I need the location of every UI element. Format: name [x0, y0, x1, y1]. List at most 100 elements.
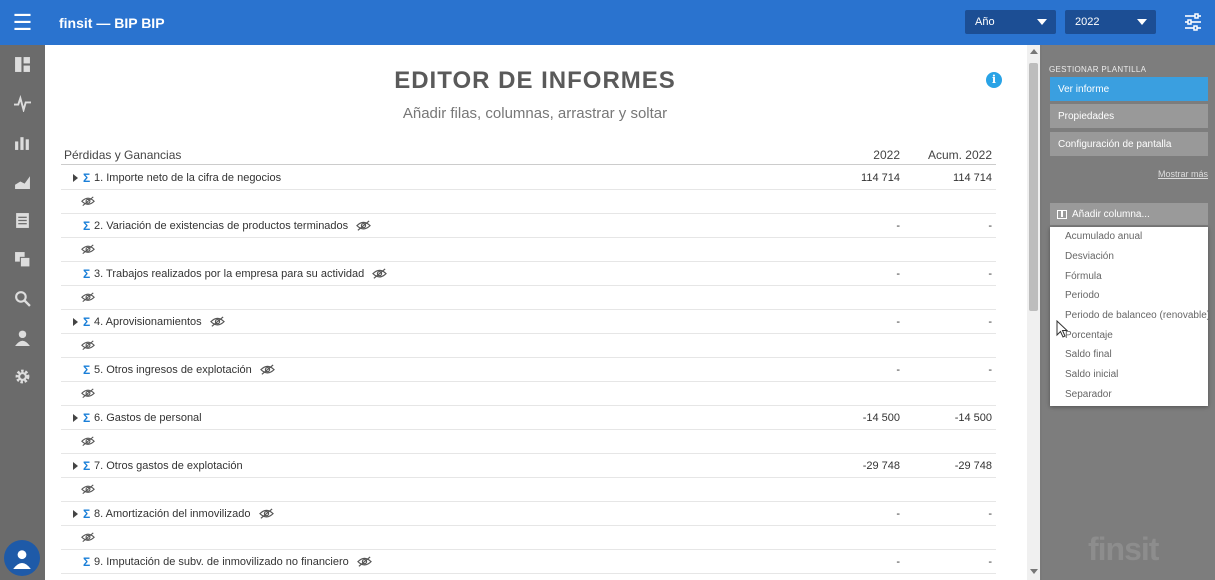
eye-off-icon[interactable] — [259, 364, 275, 376]
sigma-icon: Σ — [83, 459, 91, 473]
column-header-2022: 2022 — [873, 148, 900, 162]
menu-item[interactable]: Desviación — [1050, 247, 1208, 267]
menu-item[interactable]: Saldo inicial — [1050, 365, 1208, 385]
sidebar-item-settings[interactable] — [0, 357, 45, 396]
eye-off-icon[interactable] — [209, 316, 225, 328]
row-value-acum: - — [988, 364, 992, 376]
table-row[interactable]: Σ 3. Trabajos realizados por la empresa p… — [61, 262, 996, 286]
screen-config-button[interactable]: Configuración de pantalla — [1050, 132, 1208, 156]
sidebar-item-dashboard[interactable] — [0, 45, 45, 84]
sidebar-item-users[interactable] — [0, 318, 45, 357]
column-header-acum: Acum. 2022 — [927, 148, 992, 162]
row-visibility-line — [61, 334, 996, 358]
add-column-button[interactable]: Añadir columna... — [1050, 203, 1208, 225]
sigma-icon: Σ — [83, 507, 91, 521]
eye-off-icon[interactable] — [81, 484, 95, 496]
eye-off-icon[interactable] — [372, 268, 388, 280]
menu-item[interactable]: Saldo final — [1050, 345, 1208, 365]
eye-off-icon[interactable] — [81, 292, 95, 304]
copy-icon — [15, 252, 31, 268]
report-rows: Σ 1. Importe neto de la cifra de negocios… — [61, 166, 996, 580]
info-icon[interactable]: i — [986, 72, 1002, 88]
bar-chart-icon — [15, 137, 29, 150]
row-label: 6. Gastos de personal — [94, 412, 202, 424]
row-label: 3. Trabajos realizados por la empresa pa… — [94, 268, 388, 280]
document-icon — [16, 213, 29, 228]
eye-off-icon[interactable] — [81, 196, 95, 208]
expand-arrow-icon[interactable] — [73, 174, 78, 182]
table-row[interactable]: Σ 8. Amortización del inmovilizado - - — [61, 502, 996, 526]
row-value-2022: - — [896, 556, 900, 568]
settings-sliders-icon[interactable] — [1183, 12, 1203, 32]
sidebar — [0, 45, 45, 580]
table-row[interactable]: Σ 4. Aprovisionamientos - - — [61, 310, 996, 334]
eye-off-icon[interactable] — [356, 556, 372, 568]
year-select[interactable]: 2022 — [1065, 10, 1156, 34]
table-row[interactable]: Σ 7. Otros gastos de explotación -29 748 -2… — [61, 454, 996, 478]
eye-off-icon[interactable] — [81, 340, 95, 352]
search-icon — [15, 291, 31, 307]
row-visibility-line — [61, 478, 996, 502]
row-value-acum: -14 500 — [954, 412, 992, 424]
row-label: 2. Variación de existencias de productos… — [94, 220, 372, 232]
period-select-label: Año — [975, 16, 995, 28]
scroll-up-icon[interactable] — [1030, 49, 1038, 54]
sidebar-item-search[interactable] — [0, 279, 45, 318]
table-row[interactable]: Σ 6. Gastos de personal -14 500 -14 500 — [61, 406, 996, 430]
menu-item[interactable]: Porcentaje — [1050, 325, 1208, 345]
row-value-2022: -14 500 — [862, 412, 900, 424]
sidebar-item-charts[interactable] — [0, 123, 45, 162]
menu-item[interactable]: Periodo de balanceo (renovable) — [1050, 306, 1208, 326]
sidebar-item-trends[interactable] — [0, 162, 45, 201]
row-value-acum: -29 748 — [954, 460, 992, 472]
eye-off-icon[interactable] — [81, 388, 95, 400]
view-report-button[interactable]: Ver informe — [1050, 77, 1208, 101]
sidebar-item-reports[interactable] — [0, 201, 45, 240]
chevron-down-icon — [1137, 19, 1147, 25]
year-select-label: 2022 — [1075, 16, 1100, 28]
sidebar-item-templates[interactable] — [0, 240, 45, 279]
scroll-thumb[interactable] — [1029, 63, 1038, 311]
table-row[interactable]: Σ 1. Importe neto de la cifra de negocios… — [61, 166, 996, 190]
row-visibility-line — [61, 574, 996, 580]
menu-item[interactable]: Acumulado anual — [1050, 227, 1208, 247]
eye-off-icon[interactable] — [356, 220, 372, 232]
pulse-icon — [14, 95, 31, 112]
expand-arrow-icon[interactable] — [73, 510, 78, 518]
scrollbar[interactable] — [1027, 45, 1040, 580]
user-icon — [15, 330, 30, 346]
scroll-down-icon[interactable] — [1030, 569, 1038, 574]
page-subtitle: Añadir filas, columnas, arrastrar y solt… — [402, 105, 668, 122]
row-label: 1. Importe neto de la cifra de negocios — [94, 172, 282, 184]
expand-arrow-icon[interactable] — [73, 462, 78, 470]
row-value-acum: - — [988, 316, 992, 328]
sigma-icon: Σ — [83, 315, 91, 329]
period-select[interactable]: Año — [965, 10, 1056, 34]
table-row[interactable]: Σ 9. Imputación de subv. de inmovilizado … — [61, 550, 996, 574]
menu-item[interactable]: Fórmula — [1050, 266, 1208, 286]
eye-off-icon[interactable] — [81, 532, 95, 544]
table-row[interactable]: Σ 2. Variación de existencias de producto… — [61, 214, 996, 238]
avatar[interactable] — [4, 540, 40, 576]
sidebar-item-activity[interactable] — [0, 84, 45, 123]
table-row[interactable]: Σ 5. Otros ingresos de explotación - - — [61, 358, 996, 382]
menu-item[interactable]: Separador — [1050, 385, 1208, 405]
sigma-icon: Σ — [83, 267, 91, 281]
show-more-link[interactable]: Mostrar más — [1158, 169, 1208, 179]
row-value-acum: - — [988, 220, 992, 232]
expand-arrow-icon[interactable] — [73, 318, 78, 326]
row-value-2022: - — [896, 316, 900, 328]
properties-button[interactable]: Propiedades — [1050, 104, 1208, 128]
eye-off-icon[interactable] — [258, 508, 274, 520]
menu-icon[interactable]: ☰ — [0, 0, 45, 45]
eye-off-icon[interactable] — [81, 244, 95, 256]
expand-arrow-icon[interactable] — [73, 414, 78, 422]
row-value-2022: - — [896, 508, 900, 520]
eye-off-icon[interactable] — [81, 436, 95, 448]
menu-item[interactable]: Periodo — [1050, 286, 1208, 306]
gear-icon — [15, 369, 30, 384]
row-visibility-line — [61, 238, 996, 262]
mouse-cursor-icon — [1056, 320, 1068, 338]
row-label: 8. Amortización del inmovilizado — [94, 508, 274, 520]
row-value-2022: 114 714 — [861, 172, 900, 184]
